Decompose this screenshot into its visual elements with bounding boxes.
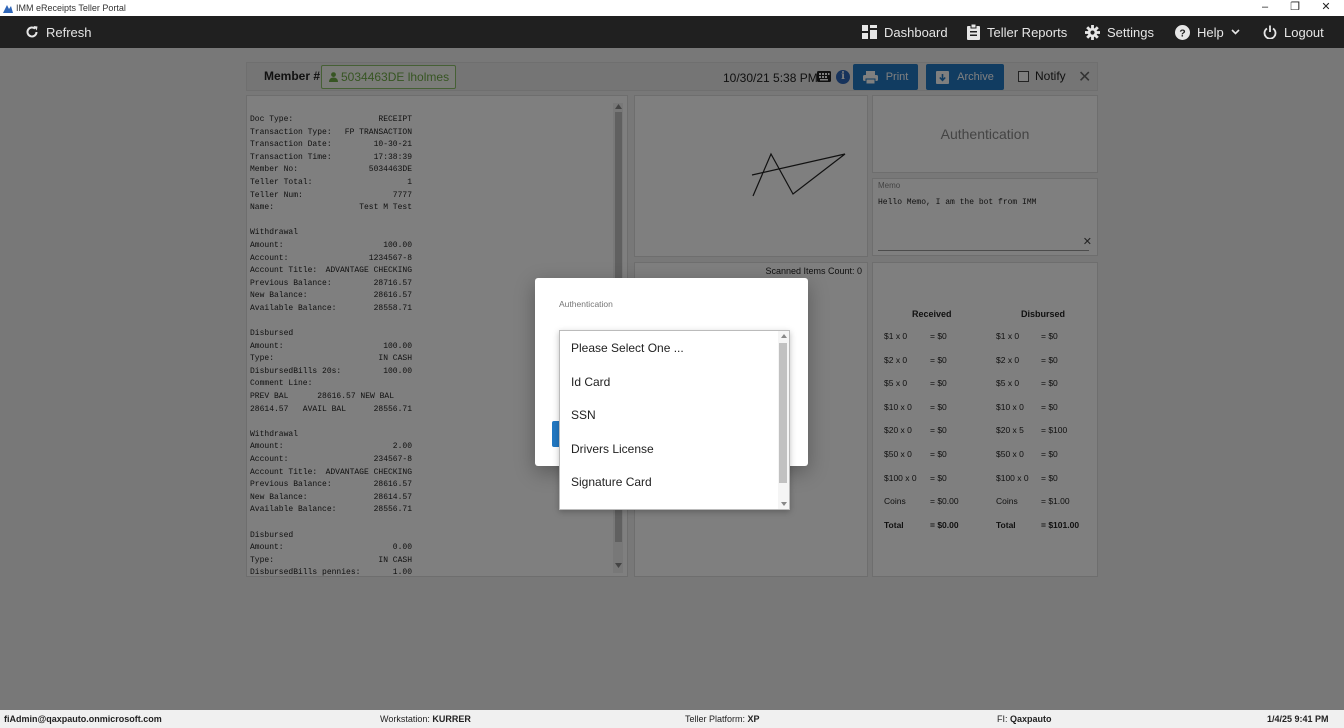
dropdown-scroll-up-icon[interactable]: [781, 334, 787, 338]
dropdown-option[interactable]: SSN: [571, 408, 596, 422]
fi-value: Qaxpauto: [1010, 714, 1052, 724]
logout-label: Logout: [1284, 24, 1324, 40]
status-datetime: 1/4/25 9:41 PM: [1267, 714, 1329, 724]
clipboard-icon: [967, 24, 980, 40]
authentication-field-label: Authentication: [559, 299, 613, 309]
dropdown-option[interactable]: Signature Card: [571, 475, 652, 489]
minimize-button[interactable]: –: [1255, 0, 1275, 16]
status-bar: fiAdmin@qaxpauto.onmicrosoft.com Worksta…: [0, 710, 1344, 728]
dashboard-link[interactable]: Dashboard: [862, 16, 948, 48]
logout-button[interactable]: Logout: [1263, 16, 1324, 48]
teller-reports-label: Teller Reports: [987, 24, 1068, 40]
svg-text:?: ?: [1179, 28, 1185, 39]
dropdown-option[interactable]: Please Select One ...: [571, 341, 684, 355]
authentication-dropdown[interactable]: Please Select One ... Id Card SSN Drivers L…: [559, 330, 790, 510]
refresh-label: Refresh: [46, 24, 92, 40]
workstation-label: Workstation:: [380, 714, 430, 724]
workstation-value: KURRER: [432, 714, 471, 724]
status-fi: FI: Qaxpauto: [997, 714, 1052, 724]
gear-icon: [1085, 24, 1100, 40]
settings-label: Settings: [1107, 24, 1154, 40]
dropdown-option[interactable]: Drivers License: [571, 442, 654, 456]
dashboard-icon: [862, 25, 877, 39]
window-title: IMM eReceipts Teller Portal: [16, 3, 126, 13]
refresh-icon: [26, 26, 38, 38]
window-title-bar: IMM eReceipts Teller Portal – ❐ ✕: [0, 0, 1344, 16]
platform-label: Teller Platform:: [685, 714, 746, 724]
help-icon: ?: [1175, 24, 1190, 40]
dashboard-label: Dashboard: [884, 24, 948, 40]
restore-button[interactable]: ❐: [1285, 0, 1305, 16]
platform-value: XP: [747, 714, 760, 724]
close-window-button[interactable]: ✕: [1316, 0, 1336, 16]
fi-label: FI:: [997, 714, 1008, 724]
dropdown-option[interactable]: Id Card: [571, 375, 610, 389]
status-workstation: Workstation: KURRER: [380, 714, 471, 724]
chevron-down-icon: [1231, 29, 1240, 35]
settings-link[interactable]: Settings: [1085, 16, 1154, 48]
app-logo-icon: [3, 5, 13, 13]
help-label: Help: [1197, 24, 1224, 40]
top-nav-bar: Refresh Dashboard Teller Reports Setting…: [0, 16, 1344, 48]
status-platform: Teller Platform: XP: [685, 714, 760, 724]
dropdown-scroll-down-icon[interactable]: [781, 502, 787, 506]
dropdown-scroll-thumb[interactable]: [779, 343, 787, 483]
refresh-button[interactable]: Refresh: [25, 16, 92, 48]
power-icon: [1263, 25, 1277, 39]
teller-reports-link[interactable]: Teller Reports: [967, 16, 1067, 48]
help-menu[interactable]: ? Help: [1175, 16, 1240, 48]
status-user: fiAdmin@qaxpauto.onmicrosoft.com: [4, 714, 162, 724]
